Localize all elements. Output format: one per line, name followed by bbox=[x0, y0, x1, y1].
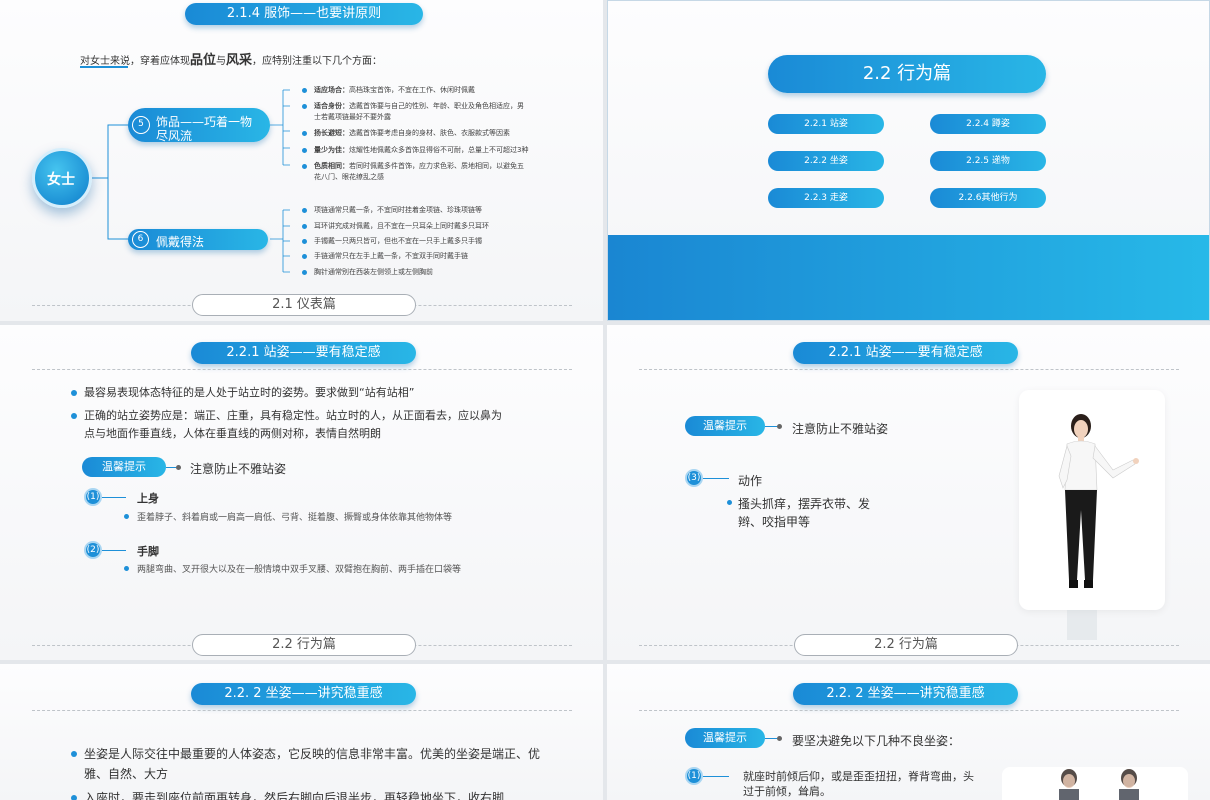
title-rule bbox=[32, 369, 572, 370]
list-item: 适应场合：高档珠宝首饰，不宜在工作、休闲时佩戴 bbox=[314, 86, 475, 94]
item-dot bbox=[302, 164, 307, 169]
slide-2-2-toc[interactable]: 2.2 行为篇 2.2.1 站姿 2.2.4 蹲姿 2.2.2 坐姿 2.2.5… bbox=[607, 0, 1210, 321]
item-dot bbox=[302, 254, 307, 259]
toc-item-2-2-3[interactable]: 2.2.3 走姿 bbox=[768, 188, 884, 208]
point-1-text-2: 过于前倾，耸肩。 bbox=[743, 785, 831, 798]
tip-connector-dot bbox=[777, 424, 782, 429]
bullet-dot bbox=[71, 413, 77, 419]
bullet-2: 正确的站立姿势应是：端正、庄重，具有稳定性。站立时的人，从正面看去，应以鼻为 点与… bbox=[71, 407, 502, 443]
item-dot bbox=[302, 104, 307, 109]
point-1-title: 上身 bbox=[137, 492, 159, 505]
slide-2-2-2-a[interactable]: 2.2. 2 坐姿——讲究稳重感 坐姿是人际交往中最重要的人体姿态，它反映的信息… bbox=[0, 664, 603, 800]
slide-title: 2.2. 2 坐姿——讲究稳重感 bbox=[191, 683, 416, 705]
item-dot bbox=[302, 131, 307, 136]
list-item: 手镯戴一只两只皆可，但也不宜在一只手上戴多只手镯 bbox=[314, 237, 482, 245]
point-3-text-2: 辫、咬指甲等 bbox=[738, 515, 811, 529]
point-1-dot bbox=[124, 514, 129, 519]
point-2-title: 手脚 bbox=[137, 545, 159, 558]
tip-text: 注意防止不雅站姿 bbox=[190, 462, 287, 476]
title-rule bbox=[639, 369, 1179, 370]
point-3-dot bbox=[727, 500, 732, 505]
point-1-text: 歪着脖子、斜着肩或一肩高一肩低、弓背、挺着腹、撅臀或身体依靠其他物体等 bbox=[137, 513, 453, 523]
slide-title: 2.2. 2 坐姿——讲究稳重感 bbox=[793, 683, 1018, 705]
tip-connector bbox=[765, 426, 777, 427]
tip-badge: 温馨提示 bbox=[82, 457, 166, 477]
standing-woman-illustration bbox=[1058, 414, 1139, 640]
item-dot bbox=[302, 208, 307, 213]
point-1-number: (1) bbox=[685, 767, 703, 785]
seated-people-illustration bbox=[1059, 769, 1139, 800]
bottom-blue-band bbox=[608, 235, 1209, 320]
point-3-title: 动作 bbox=[738, 474, 763, 488]
point-2-dot bbox=[124, 566, 129, 571]
point-3-text-1: 搔头抓痒，摆弄衣带、发 bbox=[738, 497, 871, 511]
slide-2-2-2-b[interactable]: 2.2. 2 坐姿——讲究稳重感 温馨提示 要坚决避免以下几种不良坐姿： (1)… bbox=[607, 664, 1210, 800]
section-title: 2.2 行为篇 bbox=[768, 55, 1046, 93]
tip-text: 要坚决避免以下几种不良坐姿： bbox=[792, 734, 961, 748]
bullet-2: 入座时，要走到座位前面再转身，然后右脚向后退半步，再轻稳地坐下，收右脚 bbox=[71, 788, 504, 800]
tip-connector bbox=[765, 738, 777, 739]
toc-item-2-2-5[interactable]: 2.2.5 递物 bbox=[930, 151, 1046, 171]
point-1-connector bbox=[102, 497, 126, 498]
bullet-dot bbox=[71, 390, 77, 396]
branch-5-label-2: 尽风流 bbox=[156, 129, 193, 143]
list-item: 项链通常只戴一条，不宜同时挂着金项链、珍珠项链等 bbox=[314, 206, 482, 214]
footer-section-label: 2.2 行为篇 bbox=[192, 634, 416, 656]
list-item: 扬长避短：选戴首饰要考虑自身的身材、肤色、衣服款式等因素 bbox=[314, 129, 510, 137]
toc-item-2-2-1[interactable]: 2.2.1 站姿 bbox=[768, 114, 884, 134]
point-3-connector bbox=[703, 478, 729, 479]
tip-badge: 温馨提示 bbox=[685, 416, 765, 436]
tip-connector-dot bbox=[176, 465, 181, 470]
slide-title: 2.2.1 站姿——要有稳定感 bbox=[793, 342, 1018, 364]
item-dot bbox=[302, 88, 307, 93]
list-item: 手链通常只在左手上戴一条，不宜双手同时戴手链 bbox=[314, 252, 468, 260]
item-dot bbox=[302, 224, 307, 229]
point-1-connector bbox=[703, 776, 729, 777]
bullet-dot bbox=[71, 795, 77, 800]
list-item: 量少为佳：炫耀性地佩戴众多首饰显得俗不可耐，总量上不可超过3种 bbox=[314, 146, 529, 154]
bullet-1: 坐姿是人际交往中最重要的人体姿态，它反映的信息非常丰富。优美的坐姿是端正、优 雅、… bbox=[71, 744, 540, 784]
list-item: 胸针通常别在西装左侧领上或左侧胸前 bbox=[314, 268, 433, 276]
point-1-number: (1) bbox=[84, 488, 102, 506]
center-node-label: 女士 bbox=[47, 172, 75, 188]
bullet-dot bbox=[71, 751, 77, 757]
list-item: 适合身份：选戴首饰要与自己的性别、年龄、职业及角色相适应，男 士若戴项链最好不要外… bbox=[314, 102, 524, 121]
point-3-number: (3) bbox=[685, 469, 703, 487]
list-item: 耳环讲究成对佩戴，且不宜在一只耳朵上同时戴多只耳环 bbox=[314, 222, 489, 230]
toc-item-2-2-2[interactable]: 2.2.2 坐姿 bbox=[768, 151, 884, 171]
point-2-number: (2) bbox=[84, 541, 102, 559]
item-dot bbox=[302, 148, 307, 153]
toc-item-2-2-4[interactable]: 2.2.4 蹲姿 bbox=[930, 114, 1046, 134]
title-rule bbox=[639, 710, 1179, 711]
slide-2-1-4[interactable]: 2.1.4 服饰——也要讲原则 对女士来说，穿着应体现品位与风采，应特别注重以下… bbox=[0, 0, 603, 321]
branch-6-label: 佩戴得法 bbox=[156, 235, 205, 249]
bullet-1: 最容易表现体态特征的是人处于站立时的姿势。要求做到“站有站相” bbox=[71, 384, 414, 402]
point-1-text-1: 就座时前倾后仰，或是歪歪扭扭，脊背弯曲，头 bbox=[743, 770, 974, 783]
branch-6-number: 6 bbox=[132, 231, 149, 248]
slide-2-2-1-b[interactable]: 2.2.1 站姿——要有稳定感 温馨提示 注意防止不雅站姿 (3) 动作 搔头抓… bbox=[607, 325, 1210, 660]
point-2-connector bbox=[102, 550, 126, 551]
footer-section-label: 2.2 行为篇 bbox=[794, 634, 1018, 656]
tip-connector bbox=[166, 467, 176, 468]
slide-2-2-1-a[interactable]: 2.2.1 站姿——要有稳定感 最容易表现体态特征的是人处于站立时的姿势。要求做… bbox=[0, 325, 603, 660]
tip-badge: 温馨提示 bbox=[685, 728, 765, 748]
item-dot bbox=[302, 239, 307, 244]
point-2-text: 两腿弯曲、叉开很大以及在一般情境中双手叉腰、双臂抱在胸前、两手插在口袋等 bbox=[137, 565, 462, 575]
title-rule bbox=[32, 710, 572, 711]
tip-text: 注意防止不雅站姿 bbox=[792, 422, 889, 436]
footer-section-label: 2.1 仪表篇 bbox=[192, 294, 416, 316]
branch-5-number: 5 bbox=[132, 116, 150, 134]
item-dot bbox=[302, 270, 307, 275]
slide-title: 2.2.1 站姿——要有稳定感 bbox=[191, 342, 416, 364]
toc-item-2-2-6[interactable]: 2.2.6其他行为 bbox=[930, 188, 1046, 208]
tip-connector-dot bbox=[777, 736, 782, 741]
list-item: 色质相同：若同时佩戴多件首饰，应力求色彩、质地相同，以避免五 花八门、眼花缭乱之感 bbox=[314, 162, 524, 181]
